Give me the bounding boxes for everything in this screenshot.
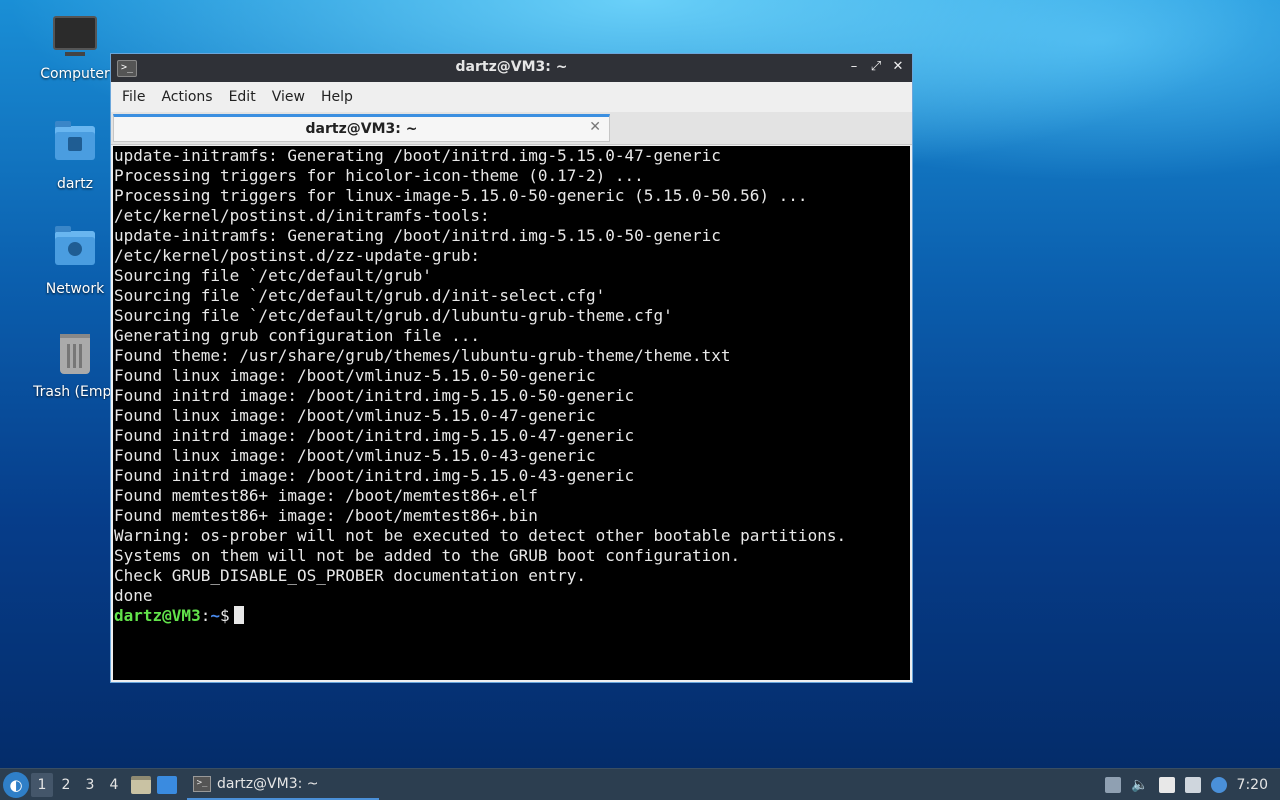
menu-file[interactable]: File [117, 89, 152, 105]
terminal-line: Found theme: /usr/share/grub/themes/lubu… [114, 346, 731, 365]
volume-icon[interactable]: 🔈 [1131, 777, 1148, 793]
terminal-output[interactable]: update-initramfs: Generating /boot/initr… [113, 146, 910, 680]
terminal-line: /etc/kernel/postinst.d/initramfs-tools: [114, 206, 490, 225]
terminal-line: Sourcing file `/etc/default/grub.d/lubun… [114, 306, 673, 325]
terminal-line: update-initramfs: Generating /boot/initr… [114, 226, 721, 245]
show-desktop-icon[interactable] [157, 775, 177, 794]
network-folder-icon [53, 226, 97, 275]
trash-icon [53, 334, 97, 378]
window-titlebar[interactable]: >_ dartz@VM3: ~ – ⤢ ✕ [111, 54, 912, 82]
terminal-line: update-initramfs: Generating /boot/initr… [114, 146, 721, 165]
computer-icon [53, 16, 97, 60]
text-cursor [233, 606, 244, 624]
terminal-line: Found linux image: /boot/vmlinuz-5.15.0-… [114, 446, 596, 465]
terminal-line: Found memtest86+ image: /boot/memtest86+… [114, 506, 538, 525]
terminal-line: done [114, 586, 153, 605]
terminal-line: Systems on them will not be added to the… [114, 546, 741, 565]
task-title: dartz@VM3: ~ [217, 775, 319, 792]
terminal-line: Sourcing file `/etc/default/grub.d/init-… [114, 286, 606, 305]
tab-title: dartz@VM3: ~ [305, 121, 418, 137]
terminal-line: Found initrd image: /boot/initrd.img-5.1… [114, 386, 635, 405]
close-button[interactable]: ✕ [890, 58, 906, 76]
file-manager-icon[interactable] [131, 775, 151, 794]
workspace-1[interactable]: 1 [31, 772, 53, 797]
menubar: File Actions Edit View Help [111, 82, 912, 112]
window-title: dartz@VM3: ~ [455, 59, 568, 75]
prompt-sep: : [200, 606, 211, 625]
terminal-line: Processing triggers for hicolor-icon-the… [114, 166, 644, 185]
system-tray: 🔈 7:20 [1095, 776, 1280, 793]
terminal-line: Found linux image: /boot/vmlinuz-5.15.0-… [114, 366, 596, 385]
terminal-line: Found memtest86+ image: /boot/memtest86+… [114, 486, 538, 505]
menu-actions[interactable]: Actions [156, 89, 219, 105]
update-icon[interactable] [1105, 776, 1122, 793]
terminal-line: Generating grub configuration file ... [114, 326, 481, 345]
terminal-line: Found initrd image: /boot/initrd.img-5.1… [114, 466, 635, 485]
prompt-path: ~ [210, 606, 220, 625]
notification-icon[interactable] [1210, 776, 1227, 793]
terminal-line: Found initrd image: /boot/initrd.img-5.1… [114, 426, 635, 445]
terminal-line: /etc/kernel/postinst.d/zz-update-grub: [114, 246, 481, 265]
menu-help[interactable]: Help [316, 89, 360, 105]
minimize-button[interactable]: – [846, 58, 862, 76]
prompt-line: dartz@VM3:~$ [114, 606, 910, 626]
terminal-task-icon: >_ [193, 775, 211, 792]
start-menu-icon[interactable]: ◐ [3, 771, 29, 798]
network-icon[interactable] [1184, 776, 1201, 793]
workspace-4[interactable]: 4 [103, 773, 125, 797]
task-terminal[interactable]: >_ dartz@VM3: ~ [187, 770, 379, 800]
terminal-window: >_ dartz@VM3: ~ – ⤢ ✕ File Actions Edit … [110, 53, 913, 683]
taskbar: ◐ 1 2 3 4 >_ dartz@VM3: ~ 🔈 7:20 [0, 768, 1280, 800]
home-folder-icon [53, 121, 97, 170]
prompt-user: dartz@VM3 [114, 606, 201, 625]
tab-bar: dartz@VM3: ~ ✕ [111, 112, 912, 145]
tab-close-icon[interactable]: ✕ [589, 119, 601, 135]
terminal-line: Check GRUB_DISABLE_OS_PROBER documentati… [114, 566, 587, 585]
workspace-3[interactable]: 3 [79, 773, 101, 797]
terminal-line: Processing triggers for linux-image-5.15… [114, 186, 808, 205]
menu-view[interactable]: View [267, 89, 312, 105]
menu-edit[interactable]: Edit [224, 89, 263, 105]
workspace-2[interactable]: 2 [55, 773, 77, 797]
terminal-line: Sourcing file `/etc/default/grub' [114, 266, 432, 285]
terminal-line: Found linux image: /boot/vmlinuz-5.15.0-… [114, 406, 596, 425]
clock: 7:20 [1236, 776, 1268, 793]
clipboard-icon[interactable] [1158, 776, 1175, 793]
prompt-symbol: $ [219, 606, 230, 625]
maximize-button[interactable]: ⤢ [868, 58, 884, 76]
terminal-line: Warning: os-prober will not be executed … [114, 526, 847, 545]
tab-terminal[interactable]: dartz@VM3: ~ ✕ [113, 114, 610, 142]
